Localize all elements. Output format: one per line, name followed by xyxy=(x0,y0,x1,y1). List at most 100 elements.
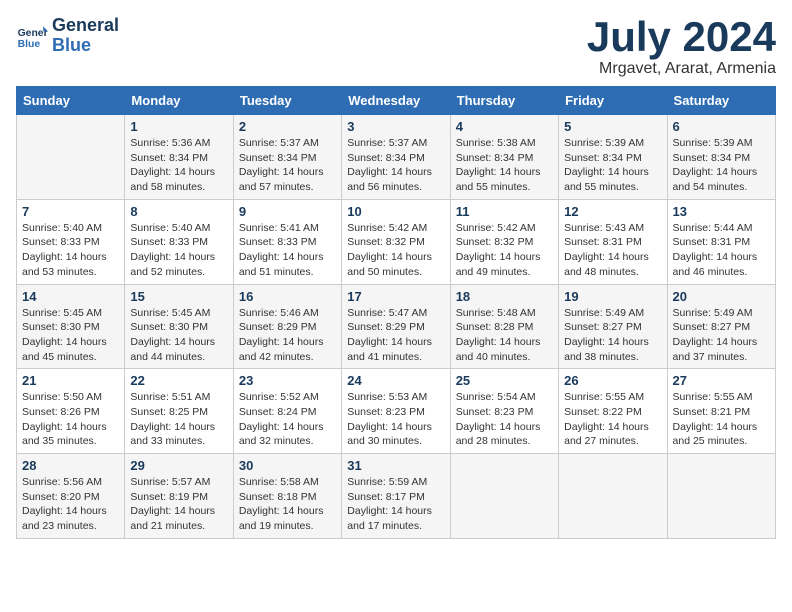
day-number: 12 xyxy=(564,204,661,219)
day-number: 2 xyxy=(239,119,336,134)
day-cell: 4Sunrise: 5:38 AM Sunset: 8:34 PM Daylig… xyxy=(450,115,558,200)
day-cell: 2 Sunrise: 5:37 AM Sunset: 8:34 PM Daylig… xyxy=(233,115,341,200)
week-row-3: 21 Sunrise: 5:50 AM Sunset: 8:26 PM Dayli… xyxy=(17,369,776,454)
week-row-4: 28 Sunrise: 5:56 AM Sunset: 8:20 PM Dayli… xyxy=(17,454,776,539)
day-info: Sunrise: 5:45 AM Sunset: 8:30 PM Dayligh… xyxy=(130,306,227,365)
day-cell: 30 Sunrise: 5:58 AM Sunset: 8:18 PM Dayli… xyxy=(233,454,341,539)
day-number: 19 xyxy=(564,289,661,304)
day-info: Sunrise: 5:49 AM Sunset: 8:27 PM Dayligh… xyxy=(673,306,770,365)
header-sunday: Sunday xyxy=(17,87,125,115)
day-number: 25 xyxy=(456,373,553,388)
day-info: Sunrise: 5:42 AM Sunset: 8:32 PM Dayligh… xyxy=(347,221,444,280)
day-info: Sunrise: 5:45 AM Sunset: 8:30 PM Dayligh… xyxy=(22,306,119,365)
day-cell: 26Sunrise: 5:55 AM Sunset: 8:22 PM Dayli… xyxy=(559,369,667,454)
day-info: Sunrise: 5:37 AM Sunset: 8:34 PM Dayligh… xyxy=(239,136,336,195)
day-cell: 15 Sunrise: 5:45 AM Sunset: 8:30 PM Dayli… xyxy=(125,284,233,369)
day-cell: 3 Sunrise: 5:37 AM Sunset: 8:34 PM Daylig… xyxy=(342,115,450,200)
day-cell: 1Sunrise: 5:36 AM Sunset: 8:34 PM Daylig… xyxy=(125,115,233,200)
month-title: July 2024 xyxy=(587,16,776,58)
day-cell: 20Sunrise: 5:49 AM Sunset: 8:27 PM Dayli… xyxy=(667,284,775,369)
day-info: Sunrise: 5:39 AM Sunset: 8:34 PM Dayligh… xyxy=(673,136,770,195)
title-block: July 2024 Mrgavet, Ararat, Armenia xyxy=(587,16,776,78)
day-info: Sunrise: 5:46 AM Sunset: 8:29 PM Dayligh… xyxy=(239,306,336,365)
day-cell: 31 Sunrise: 5:59 AM Sunset: 8:17 PM Dayli… xyxy=(342,454,450,539)
day-cell: 17Sunrise: 5:47 AM Sunset: 8:29 PM Dayli… xyxy=(342,284,450,369)
day-number: 6 xyxy=(673,119,770,134)
day-number: 18 xyxy=(456,289,553,304)
day-cell: 9 Sunrise: 5:41 AM Sunset: 8:33 PM Daylig… xyxy=(233,199,341,284)
day-cell xyxy=(450,454,558,539)
day-cell: 27Sunrise: 5:55 AM Sunset: 8:21 PM Dayli… xyxy=(667,369,775,454)
day-cell: 29 Sunrise: 5:57 AM Sunset: 8:19 PM Dayli… xyxy=(125,454,233,539)
day-info: Sunrise: 5:44 AM Sunset: 8:31 PM Dayligh… xyxy=(673,221,770,280)
calendar-table: SundayMondayTuesdayWednesdayThursdayFrid… xyxy=(16,86,776,539)
day-cell: 16 Sunrise: 5:46 AM Sunset: 8:29 PM Dayli… xyxy=(233,284,341,369)
day-cell: 14 Sunrise: 5:45 AM Sunset: 8:30 PM Dayli… xyxy=(17,284,125,369)
day-info: Sunrise: 5:57 AM Sunset: 8:19 PM Dayligh… xyxy=(130,475,227,534)
day-cell: 22Sunrise: 5:51 AM Sunset: 8:25 PM Dayli… xyxy=(125,369,233,454)
day-cell: 8Sunrise: 5:40 AM Sunset: 8:33 PM Daylig… xyxy=(125,199,233,284)
week-row-2: 14 Sunrise: 5:45 AM Sunset: 8:30 PM Dayli… xyxy=(17,284,776,369)
day-info: Sunrise: 5:53 AM Sunset: 8:23 PM Dayligh… xyxy=(347,390,444,449)
week-row-0: 1Sunrise: 5:36 AM Sunset: 8:34 PM Daylig… xyxy=(17,115,776,200)
day-number: 1 xyxy=(130,119,227,134)
day-cell: 11 Sunrise: 5:42 AM Sunset: 8:32 PM Dayli… xyxy=(450,199,558,284)
header-monday: Monday xyxy=(125,87,233,115)
day-cell: 6 Sunrise: 5:39 AM Sunset: 8:34 PM Daylig… xyxy=(667,115,775,200)
header-thursday: Thursday xyxy=(450,87,558,115)
day-number: 8 xyxy=(130,204,227,219)
day-info: Sunrise: 5:41 AM Sunset: 8:33 PM Dayligh… xyxy=(239,221,336,280)
day-info: Sunrise: 5:55 AM Sunset: 8:21 PM Dayligh… xyxy=(673,390,770,449)
day-cell: 25 Sunrise: 5:54 AM Sunset: 8:23 PM Dayli… xyxy=(450,369,558,454)
day-number: 31 xyxy=(347,458,444,473)
day-info: Sunrise: 5:54 AM Sunset: 8:23 PM Dayligh… xyxy=(456,390,553,449)
day-number: 11 xyxy=(456,204,553,219)
day-number: 24 xyxy=(347,373,444,388)
svg-text:Blue: Blue xyxy=(18,39,41,50)
day-cell: 28 Sunrise: 5:56 AM Sunset: 8:20 PM Dayli… xyxy=(17,454,125,539)
day-info: Sunrise: 5:43 AM Sunset: 8:31 PM Dayligh… xyxy=(564,221,661,280)
day-cell: 7Sunrise: 5:40 AM Sunset: 8:33 PM Daylig… xyxy=(17,199,125,284)
calendar-header-row: SundayMondayTuesdayWednesdayThursdayFrid… xyxy=(17,87,776,115)
day-info: Sunrise: 5:52 AM Sunset: 8:24 PM Dayligh… xyxy=(239,390,336,449)
week-row-1: 7Sunrise: 5:40 AM Sunset: 8:33 PM Daylig… xyxy=(17,199,776,284)
day-info: Sunrise: 5:47 AM Sunset: 8:29 PM Dayligh… xyxy=(347,306,444,365)
day-info: Sunrise: 5:58 AM Sunset: 8:18 PM Dayligh… xyxy=(239,475,336,534)
day-number: 5 xyxy=(564,119,661,134)
day-cell: 10 Sunrise: 5:42 AM Sunset: 8:32 PM Dayli… xyxy=(342,199,450,284)
header-tuesday: Tuesday xyxy=(233,87,341,115)
day-cell xyxy=(667,454,775,539)
day-number: 26 xyxy=(564,373,661,388)
day-number: 7 xyxy=(22,204,119,219)
page-header: General Blue General Blue July 2024 Mrga… xyxy=(16,16,776,78)
day-info: Sunrise: 5:39 AM Sunset: 8:34 PM Dayligh… xyxy=(564,136,661,195)
day-cell xyxy=(559,454,667,539)
day-info: Sunrise: 5:49 AM Sunset: 8:27 PM Dayligh… xyxy=(564,306,661,365)
day-number: 3 xyxy=(347,119,444,134)
day-number: 15 xyxy=(130,289,227,304)
day-number: 10 xyxy=(347,204,444,219)
logo-icon: General Blue xyxy=(16,20,48,52)
day-number: 16 xyxy=(239,289,336,304)
day-info: Sunrise: 5:48 AM Sunset: 8:28 PM Dayligh… xyxy=(456,306,553,365)
day-number: 21 xyxy=(22,373,119,388)
day-cell: 12 Sunrise: 5:43 AM Sunset: 8:31 PM Dayli… xyxy=(559,199,667,284)
day-cell: 24 Sunrise: 5:53 AM Sunset: 8:23 PM Dayli… xyxy=(342,369,450,454)
day-info: Sunrise: 5:42 AM Sunset: 8:32 PM Dayligh… xyxy=(456,221,553,280)
day-number: 22 xyxy=(130,373,227,388)
day-cell: 13Sunrise: 5:44 AM Sunset: 8:31 PM Dayli… xyxy=(667,199,775,284)
day-info: Sunrise: 5:59 AM Sunset: 8:17 PM Dayligh… xyxy=(347,475,444,534)
location-title: Mrgavet, Ararat, Armenia xyxy=(587,60,776,78)
day-info: Sunrise: 5:37 AM Sunset: 8:34 PM Dayligh… xyxy=(347,136,444,195)
day-info: Sunrise: 5:56 AM Sunset: 8:20 PM Dayligh… xyxy=(22,475,119,534)
day-number: 29 xyxy=(130,458,227,473)
day-info: Sunrise: 5:50 AM Sunset: 8:26 PM Dayligh… xyxy=(22,390,119,449)
day-number: 28 xyxy=(22,458,119,473)
day-number: 30 xyxy=(239,458,336,473)
logo-text: General Blue xyxy=(52,16,119,56)
day-cell: 21 Sunrise: 5:50 AM Sunset: 8:26 PM Dayli… xyxy=(17,369,125,454)
header-friday: Friday xyxy=(559,87,667,115)
day-number: 9 xyxy=(239,204,336,219)
day-number: 14 xyxy=(22,289,119,304)
day-number: 4 xyxy=(456,119,553,134)
